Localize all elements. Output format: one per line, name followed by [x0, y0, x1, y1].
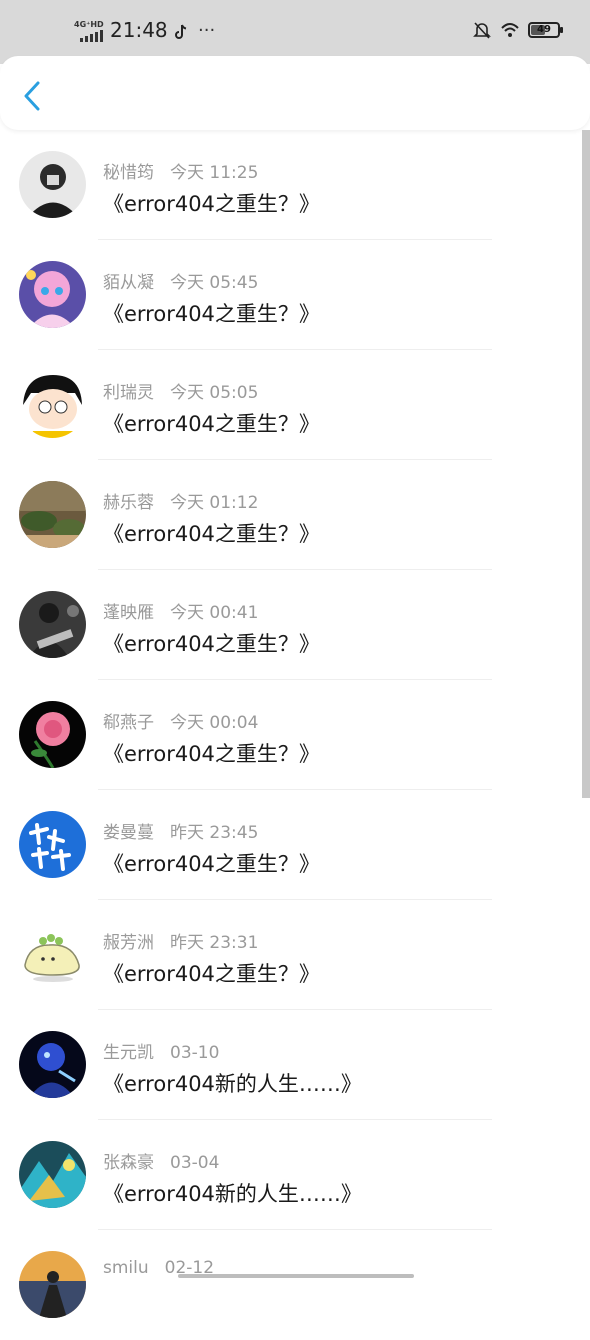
avatar: [19, 261, 86, 328]
message-preview: 《error404之重生？》: [103, 962, 320, 986]
list-item[interactable]: 赧芳洲 昨天 23:31 《error404之重生？》: [0, 900, 590, 1010]
list-item[interactable]: 郗燕子 今天 00:04 《error404之重生？》: [0, 680, 590, 790]
sender-name: 郗燕子: [103, 713, 154, 733]
timestamp: 03-04: [170, 1153, 220, 1173]
timestamp: 今天 11:25: [170, 163, 259, 183]
timestamp: 今天 01:12: [170, 493, 259, 513]
timestamp: 昨天 23:31: [170, 933, 259, 953]
message-preview: 《error404之重生？》: [103, 522, 320, 546]
timestamp: 03-10: [170, 1043, 220, 1063]
message-preview: 《error404新的人生……》: [103, 1182, 362, 1206]
item-meta: 赫乐蓉 今天 01:12: [103, 488, 258, 513]
item-meta: 秘惜筠 今天 11:25: [103, 158, 258, 183]
wifi-icon: [501, 23, 519, 37]
sender-name: 生元凯: [103, 1043, 154, 1063]
list-item[interactable]: 娄曼蔓 昨天 23:45 《error404之重生？》: [0, 790, 590, 900]
timestamp: 今天 05:05: [170, 383, 259, 403]
sender-name: 貊从凝: [103, 273, 154, 293]
sender-name: 秘惜筠: [103, 163, 154, 183]
item-meta: 貊从凝 今天 05:45: [103, 268, 258, 293]
tiktok-icon: [175, 24, 187, 39]
signal-icon: [80, 30, 103, 42]
item-meta: 利瑞灵 今天 05:05: [103, 378, 258, 403]
sender-name: 赫乐蓉: [103, 493, 154, 513]
sender-name: 利瑞灵: [103, 383, 154, 403]
timestamp: 今天 05:45: [170, 273, 259, 293]
item-meta: 赧芳洲 昨天 23:31: [103, 928, 258, 953]
message-preview: 《error404之重生？》: [103, 412, 320, 436]
avatar: [19, 371, 86, 438]
chevron-left-icon: [24, 81, 40, 111]
list-item[interactable]: 利瑞灵 今天 05:05 《error404之重生？》: [0, 350, 590, 460]
bell-off-icon: [473, 22, 491, 39]
home-indicator[interactable]: [178, 1274, 414, 1278]
back-button[interactable]: [16, 78, 48, 114]
avatar: [19, 921, 86, 988]
status-time: 21:48: [110, 18, 168, 42]
item-meta: 郗燕子 今天 00:04: [103, 708, 258, 733]
timestamp: 今天 00:41: [170, 603, 259, 623]
list-item[interactable]: smilu 02-12: [0, 1230, 590, 1340]
item-meta: 张森豪 03-04: [103, 1148, 219, 1173]
battery-level: 49: [537, 24, 551, 35]
timestamp: 今天 00:04: [170, 713, 259, 733]
conversation-list: 秘惜筠 今天 11:25 《error404之重生？》 貊从凝 今天 05:45 《…: [0, 130, 590, 1340]
avatar: [19, 701, 86, 768]
message-preview: 《error404之重生？》: [103, 192, 320, 216]
sender-name: smilu: [103, 1258, 149, 1278]
status-bar: 4G⁺HD 21:48 ··· 49: [0, 0, 590, 64]
scrollbar[interactable]: [582, 130, 590, 798]
list-item[interactable]: 蓬映雁 今天 00:41 《error404之重生？》: [0, 570, 590, 680]
message-preview: 《error404之重生？》: [103, 852, 320, 876]
sender-name: 蓬映雁: [103, 603, 154, 623]
message-preview: 《error404之重生？》: [103, 742, 320, 766]
list-item[interactable]: 秘惜筠 今天 11:25 《error404之重生？》: [0, 130, 590, 240]
message-preview: 《error404之重生？》: [103, 632, 320, 656]
avatar: [19, 1251, 86, 1318]
avatar: [19, 591, 86, 658]
list-item[interactable]: 赫乐蓉 今天 01:12 《error404之重生？》: [0, 460, 590, 570]
message-preview: 《error404新的人生……》: [103, 1072, 362, 1096]
battery-icon: 49: [528, 22, 563, 38]
top-bar: [0, 56, 590, 130]
list-item[interactable]: 张森豪 03-04 《error404新的人生……》: [0, 1120, 590, 1230]
avatar: [19, 481, 86, 548]
avatar: [19, 811, 86, 878]
sender-name: 娄曼蔓: [103, 823, 154, 843]
list-item[interactable]: 生元凯 03-10 《error404新的人生……》: [0, 1010, 590, 1120]
network-indicator: 4G⁺HD: [74, 20, 104, 29]
more-notifications-icon: ···: [198, 20, 216, 41]
avatar: [19, 1141, 86, 1208]
sender-name: 张森豪: [103, 1153, 154, 1173]
list-item[interactable]: 貊从凝 今天 05:45 《error404之重生？》: [0, 240, 590, 350]
sender-name: 赧芳洲: [103, 933, 154, 953]
message-preview: 《error404之重生？》: [103, 302, 320, 326]
item-meta: 娄曼蔓 昨天 23:45: [103, 818, 258, 843]
item-meta: 蓬映雁 今天 00:41: [103, 598, 258, 623]
item-meta: 生元凯 03-10: [103, 1038, 219, 1063]
avatar: [19, 151, 86, 218]
avatar: [19, 1031, 86, 1098]
timestamp: 昨天 23:45: [170, 823, 259, 843]
